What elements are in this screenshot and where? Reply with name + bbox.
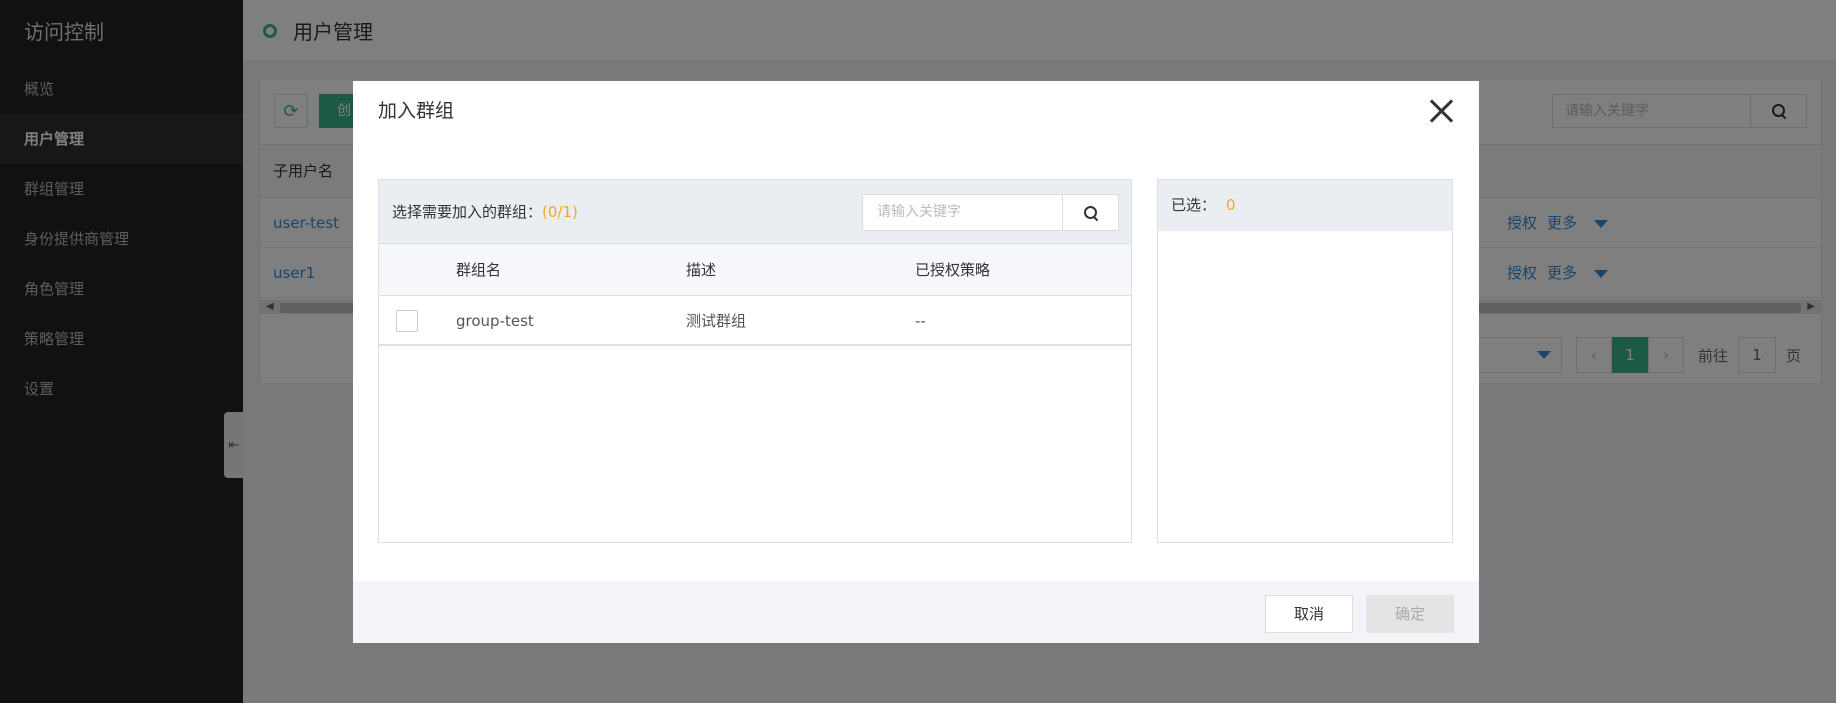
- confirm-button[interactable]: 确定: [1366, 595, 1454, 633]
- group-search-input[interactable]: 请输入关键字: [863, 195, 1062, 230]
- selected-groups-header: 已选： 0: [1158, 180, 1452, 231]
- column-header-policies: 已授权策略: [915, 261, 991, 279]
- group-search-button[interactable]: [1062, 195, 1118, 230]
- close-icon[interactable]: [1425, 95, 1457, 127]
- column-header-description: 描述: [686, 261, 717, 279]
- group-description-cell: 测试群组: [686, 312, 747, 330]
- dialog-title: 加入群组: [378, 100, 455, 122]
- dialog-body: 选择需要加入的群组：(0/1) 请输入关键字 群组名 描述 已授权策略 grou…: [353, 141, 1479, 561]
- selected-label: 已选：: [1171, 196, 1217, 214]
- selection-count: (0/1): [542, 203, 578, 221]
- dialog-footer: 取消 确定: [353, 581, 1479, 643]
- join-group-dialog: 加入群组 选择需要加入的群组：(0/1) 请输入关键字 群组名 描述 已授权策略…: [353, 81, 1479, 643]
- table-row: group-test 测试群组 --: [379, 296, 1131, 346]
- group-name-cell: group-test: [456, 312, 534, 330]
- group-table-header: 群组名 描述 已授权策略: [379, 244, 1131, 296]
- dialog-header: 加入群组: [353, 81, 1479, 141]
- search-icon: [1083, 205, 1098, 220]
- cancel-button[interactable]: 取消: [1265, 595, 1353, 633]
- group-selection-panel: 选择需要加入的群组：(0/1) 请输入关键字 群组名 描述 已授权策略 grou…: [378, 179, 1132, 543]
- group-selection-label: 选择需要加入的群组：(0/1): [392, 203, 578, 221]
- group-policy-cell: --: [915, 312, 926, 330]
- column-header-group-name: 群组名: [456, 261, 502, 279]
- selected-groups-panel: 已选： 0: [1157, 179, 1453, 543]
- group-search: 请输入关键字: [862, 194, 1119, 231]
- group-selection-header: 选择需要加入的群组：(0/1) 请输入关键字: [379, 180, 1131, 244]
- row-checkbox[interactable]: [396, 310, 418, 332]
- selected-count: 0: [1226, 196, 1236, 214]
